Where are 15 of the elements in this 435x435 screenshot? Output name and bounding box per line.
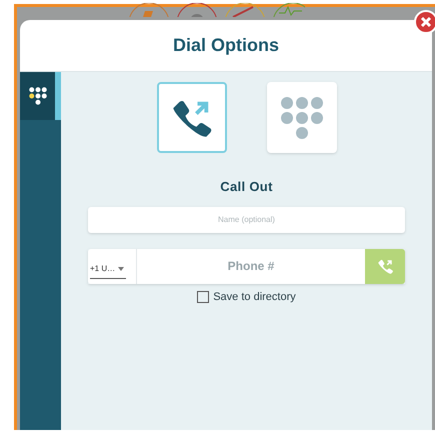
close-button[interactable] [414, 10, 435, 34]
sidebar-item[interactable] [20, 72, 61, 120]
name-field[interactable]: Name (optional) [88, 206, 405, 232]
country-code: +1 U… [90, 262, 116, 274]
dialog-title: Dial Options [172, 34, 279, 57]
checkbox[interactable] [197, 290, 210, 303]
close-icon [420, 16, 432, 28]
section-heading: Call Out [220, 178, 273, 196]
call-out-mode-button[interactable] [156, 82, 226, 153]
checkbox-label: Save to directory [213, 290, 296, 304]
keypad-icon [28, 86, 48, 106]
country-select[interactable]: +1 U… [88, 248, 136, 284]
phone-field[interactable]: Phone # [136, 248, 365, 284]
caret-icon [118, 266, 124, 270]
phone-outgoing-icon [376, 258, 394, 274]
